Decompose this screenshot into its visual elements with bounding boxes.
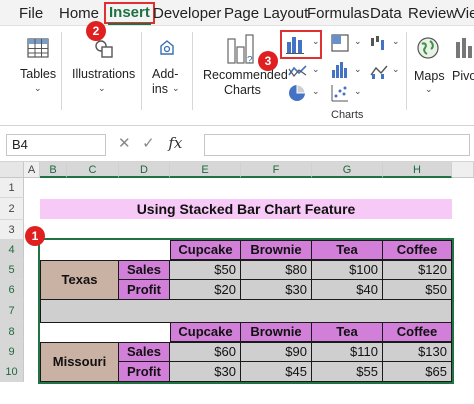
column-bar-highlight: [280, 30, 322, 59]
formula-controls: ✕ ✓ fx: [118, 134, 182, 152]
hierarchy-chevron-icon[interactable]: ⌄: [354, 36, 362, 47]
row-header-2[interactable]: 2: [0, 198, 24, 220]
callout-1: 1: [25, 226, 45, 246]
table-icon[interactable]: [27, 38, 49, 63]
illustrations-icon[interactable]: [93, 38, 115, 65]
select-all-corner[interactable]: [0, 162, 24, 178]
scatter-chevron-icon[interactable]: ⌄: [354, 86, 362, 97]
sheet-title[interactable]: Using Stacked Bar Chart Feature: [40, 199, 452, 219]
tab-review[interactable]: Review: [408, 3, 457, 25]
tab-view[interactable]: View: [456, 3, 474, 25]
enter-icon[interactable]: ✓: [142, 134, 164, 152]
row-header-8[interactable]: 8: [0, 322, 24, 342]
waterfall-chevron-icon[interactable]: ⌄: [392, 36, 400, 47]
column-header-c[interactable]: C: [67, 162, 119, 178]
name-box[interactable]: B4: [6, 134, 106, 156]
worksheet-grid: A B C D E F G H 1 2 3 4 5 6 7 8 9 10 Usi…: [0, 162, 474, 404]
row-header-6[interactable]: 6: [0, 280, 24, 300]
divider: [141, 32, 142, 110]
recommended-charts-label-line2[interactable]: Charts: [224, 83, 261, 98]
scatter-chart-icon[interactable]: [331, 84, 349, 107]
addins-label-line2[interactable]: ins: [152, 82, 168, 97]
column-header-e[interactable]: E: [170, 162, 241, 178]
waterfall-chart-icon[interactable]: [370, 34, 388, 57]
line-chart-icon[interactable]: [288, 63, 308, 84]
row-header-3[interactable]: 3: [0, 220, 24, 240]
addins-chevron-icon[interactable]: ⌄: [172, 83, 180, 94]
hierarchy-chart-icon[interactable]: [331, 34, 349, 57]
divider: [192, 32, 193, 110]
callout-3: 3: [258, 51, 278, 71]
pivot-chart-icon[interactable]: [454, 36, 474, 65]
tab-data[interactable]: Data: [370, 3, 402, 25]
row-header-5[interactable]: 5: [0, 260, 24, 280]
column-header-i[interactable]: [452, 162, 474, 178]
maps-label[interactable]: Maps: [414, 69, 445, 84]
combo-chevron-icon[interactable]: ⌄: [392, 64, 400, 75]
row-header-4[interactable]: 4: [0, 240, 24, 260]
divider: [61, 32, 62, 110]
pie-chevron-icon[interactable]: ⌄: [312, 86, 320, 97]
ribbon-insert: Tables ⌄ Illustrations ⌄ Add- ins ⌄ ? Re…: [0, 26, 474, 126]
addins-icon[interactable]: [157, 38, 177, 63]
formula-bar: B4 ✕ ✓ fx: [0, 126, 474, 162]
row-header-9[interactable]: 9: [0, 342, 24, 362]
selection-range: [38, 238, 454, 384]
column-header-h[interactable]: H: [383, 162, 452, 178]
callout-2: 2: [86, 21, 106, 41]
row-header-7[interactable]: 7: [0, 300, 24, 322]
tab-file[interactable]: File: [19, 3, 43, 25]
statistic-chart-icon[interactable]: [331, 61, 349, 84]
pie-chart-icon[interactable]: [288, 84, 308, 107]
row-header-10[interactable]: 10: [0, 362, 24, 382]
tab-developer[interactable]: Developer: [153, 3, 221, 25]
charts-group-label: Charts: [331, 109, 364, 121]
globe-icon[interactable]: [416, 36, 440, 65]
illustrations-chevron-icon[interactable]: ⌄: [98, 83, 106, 94]
cancel-icon[interactable]: ✕: [118, 134, 138, 152]
row-header-1[interactable]: 1: [0, 178, 24, 198]
maps-chevron-icon[interactable]: ⌄: [425, 84, 433, 95]
column-header-b[interactable]: B: [40, 162, 67, 178]
column-header-a[interactable]: A: [24, 162, 40, 178]
divider: [406, 32, 407, 110]
statistic-chevron-icon[interactable]: ⌄: [354, 64, 362, 75]
column-header-d[interactable]: D: [119, 162, 170, 178]
tables-label[interactable]: Tables: [20, 67, 56, 82]
tab-insert[interactable]: Insert: [104, 2, 155, 25]
column-header-f[interactable]: F: [241, 162, 312, 178]
combo-chart-icon[interactable]: [370, 62, 388, 85]
tab-page-layout[interactable]: Page Layout: [224, 3, 308, 25]
fx-icon[interactable]: fx: [168, 134, 182, 152]
tables-chevron-icon[interactable]: ⌄: [34, 83, 42, 94]
formula-input[interactable]: [204, 134, 470, 156]
svg-text:?: ?: [247, 55, 253, 65]
ribbon-tab-bar: File Home Insert Developer Page Layout F…: [0, 0, 474, 26]
illustrations-label[interactable]: Illustrations: [72, 67, 135, 82]
line-chevron-icon[interactable]: ⌄: [312, 64, 320, 75]
excel-window: File Home Insert Developer Page Layout F…: [0, 0, 474, 404]
column-header-g[interactable]: G: [312, 162, 383, 178]
addins-label-line1[interactable]: Add-: [152, 67, 178, 82]
tab-formulas[interactable]: Formulas: [307, 3, 370, 25]
pivot-label[interactable]: Pivot: [452, 69, 474, 84]
recommended-charts-label-line1[interactable]: Recommended: [203, 68, 288, 83]
recommended-charts-icon[interactable]: ?: [226, 33, 256, 70]
